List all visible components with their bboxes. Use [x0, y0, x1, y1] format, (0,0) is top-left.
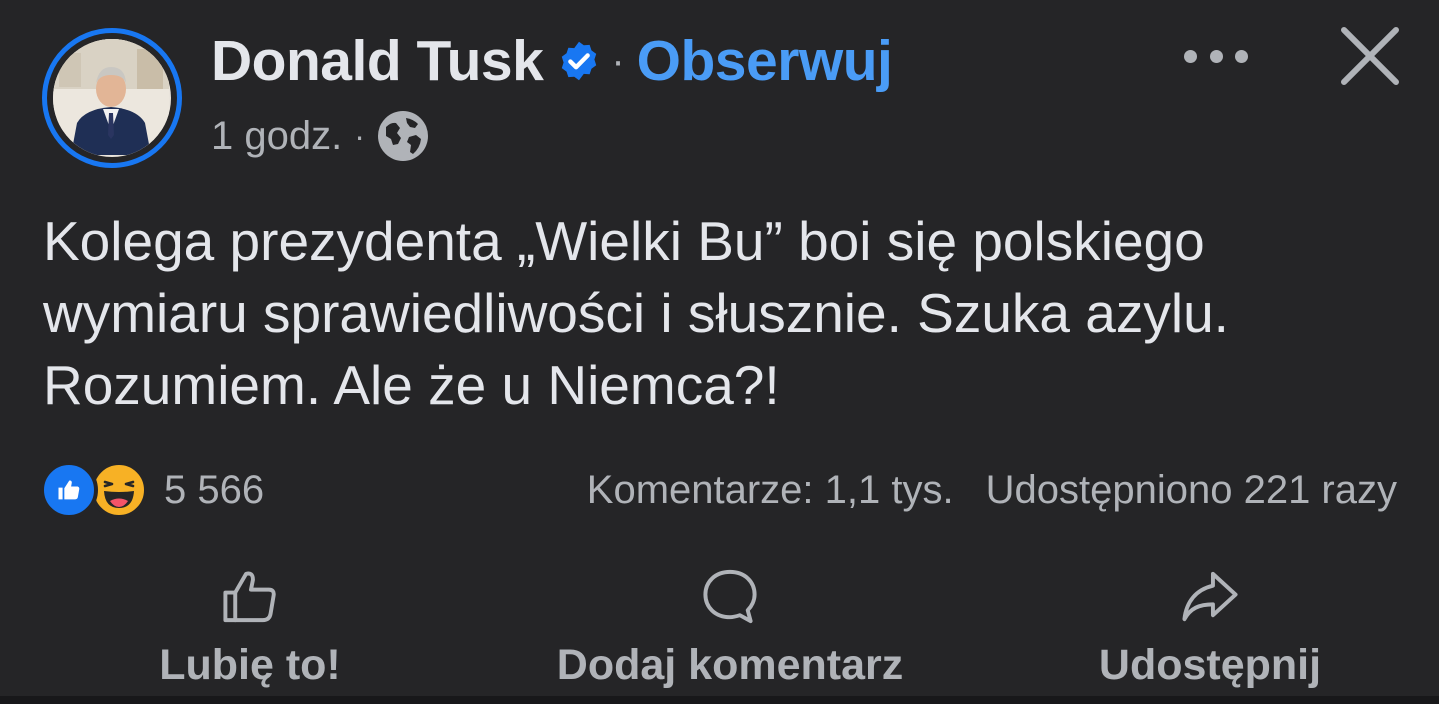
shares-count[interactable]: Udostępniono 221 razy: [986, 468, 1397, 513]
more-dot: [1235, 49, 1248, 63]
more-dot: [1209, 49, 1223, 63]
comments-count[interactable]: Komentarze: 1,1 tys.: [587, 468, 954, 513]
verified-badge-icon: [557, 39, 601, 83]
haha-reaction-icon: [90, 461, 148, 519]
avatar[interactable]: [53, 39, 171, 157]
follow-button[interactable]: Obserwuj: [637, 28, 893, 94]
author-name[interactable]: Donald Tusk: [211, 28, 544, 94]
bottom-divider: [0, 696, 1439, 704]
reaction-count: 5 566: [164, 467, 265, 512]
globe-icon[interactable]: [377, 110, 429, 162]
facebook-post: Donald Tusk · Obserwuj 1 godz. · Kolega …: [0, 0, 1439, 704]
like-button[interactable]: Lubię to!: [150, 560, 350, 690]
comment-button[interactable]: Dodaj komentarz: [530, 560, 930, 690]
close-icon[interactable]: [1336, 22, 1404, 90]
post-text: Kolega prezydenta „Wielki Bu” boi się po…: [43, 210, 1229, 416]
post-meta: 1 godz. ·: [211, 108, 429, 164]
post-timestamp[interactable]: 1 godz.: [211, 114, 342, 159]
thumbs-up-icon: [223, 571, 276, 623]
comment-bubble-icon: [703, 569, 757, 624]
share-label: Udostępnij: [1098, 641, 1322, 689]
like-label: Lubię to!: [159, 641, 341, 689]
engagement-stats: Komentarze: 1,1 tys. Udostępniono 221 ra…: [587, 460, 1397, 520]
share-button[interactable]: Udostępnij: [1080, 560, 1340, 690]
comment-label: Dodaj komentarz: [556, 641, 904, 689]
more-options-icon[interactable]: [1178, 34, 1254, 78]
more-dot: [1184, 49, 1197, 63]
avatar-photo: [53, 39, 169, 155]
meta-separator: ·: [354, 117, 365, 154]
separator-dot: ·: [611, 38, 625, 83]
share-arrow-icon: [1182, 571, 1238, 622]
action-bar: Lubię to! Dodaj komentarz Udostępnij: [0, 560, 1439, 690]
like-reaction-icon: [40, 461, 98, 519]
avatar-story-ring[interactable]: [42, 28, 182, 168]
reactions-summary[interactable]: 5 566: [40, 460, 264, 520]
author-line: Donald Tusk · Obserwuj: [211, 26, 893, 96]
